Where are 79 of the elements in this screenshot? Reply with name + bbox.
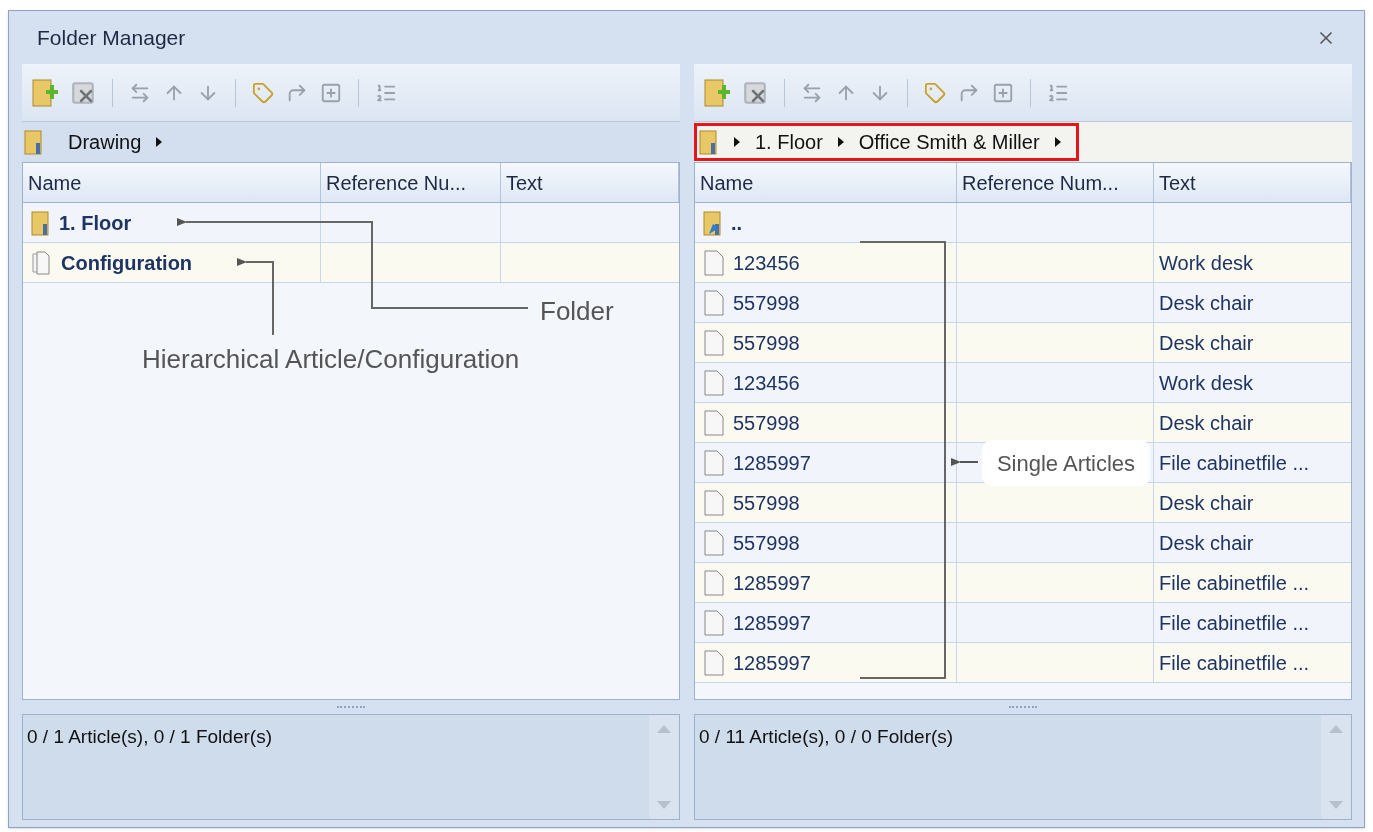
status-text: 0 / 1 Article(s), 0 / 1 Folder(s) bbox=[27, 726, 272, 747]
name-cell[interactable]: 1. Floor bbox=[59, 207, 132, 238]
add-folder-icon[interactable] bbox=[704, 77, 730, 108]
add-box-icon[interactable] bbox=[320, 81, 342, 104]
text-cell-text: Desk chair bbox=[1159, 290, 1254, 316]
window-title: Folder Manager bbox=[37, 24, 186, 51]
add-box-icon[interactable] bbox=[992, 81, 1014, 104]
triangle-right-icon bbox=[733, 136, 741, 148]
leader-line bbox=[951, 458, 979, 466]
text-cell-text: Desk chair bbox=[1159, 530, 1254, 556]
document-icon bbox=[703, 569, 725, 596]
name-cell[interactable]: Configuration bbox=[61, 247, 193, 278]
name-cell[interactable]: 1285997 bbox=[733, 647, 811, 678]
status-text: 0 / 11 Article(s), 0 / 0 Folder(s) bbox=[699, 726, 954, 747]
name-cell[interactable]: 557998 bbox=[733, 487, 800, 518]
breadcrumb-item[interactable]: Drawing bbox=[58, 127, 142, 157]
delete-icon[interactable] bbox=[70, 79, 96, 106]
column-header[interactable]: Text bbox=[501, 163, 679, 202]
tag-icon[interactable] bbox=[924, 81, 946, 104]
scroll-down-icon[interactable] bbox=[657, 801, 671, 809]
text-cell-text: File cabinetfile ... bbox=[1159, 650, 1310, 676]
name-cell[interactable]: 1285997 bbox=[733, 607, 811, 638]
document-icon bbox=[703, 449, 725, 476]
folder-icon bbox=[31, 209, 51, 236]
name-cell[interactable]: 123456 bbox=[733, 247, 800, 278]
splitter-handle[interactable] bbox=[337, 705, 365, 709]
document-icon bbox=[703, 609, 725, 636]
document-icon bbox=[703, 289, 725, 316]
text-cell-text: Work desk bbox=[1159, 370, 1254, 396]
delete-icon[interactable] bbox=[742, 79, 768, 106]
document-icon bbox=[703, 649, 725, 676]
text-cell-text: File cabinetfile ... bbox=[1159, 450, 1310, 476]
add-folder-icon[interactable] bbox=[32, 77, 58, 108]
scrollbar[interactable] bbox=[1321, 715, 1351, 819]
name-cell[interactable]: 557998 bbox=[733, 327, 800, 358]
name-cell[interactable]: .. bbox=[731, 207, 743, 238]
triangle-right-icon bbox=[1053, 136, 1062, 148]
documents-icon bbox=[31, 249, 53, 276]
text-cell-text: Work desk bbox=[1159, 250, 1254, 276]
folder-icon bbox=[24, 129, 44, 155]
scroll-down-icon[interactable] bbox=[1329, 801, 1343, 809]
document-icon bbox=[703, 369, 725, 396]
tag-icon[interactable] bbox=[252, 81, 274, 104]
scroll-up-icon[interactable] bbox=[657, 725, 671, 733]
swap-icon[interactable] bbox=[801, 81, 823, 104]
splitter-handle[interactable] bbox=[1009, 705, 1037, 709]
document-icon bbox=[703, 529, 725, 556]
folder-icon bbox=[699, 129, 719, 155]
triangle-right-icon bbox=[836, 136, 845, 148]
breadcrumb-item[interactable]: 1. Floor bbox=[755, 127, 823, 157]
swap-icon[interactable] bbox=[129, 81, 151, 104]
column-header[interactable]: Name bbox=[695, 163, 957, 202]
text-cell-text: Desk chair bbox=[1159, 410, 1254, 436]
column-header[interactable]: Reference Num... bbox=[957, 163, 1154, 202]
column-header[interactable]: Text bbox=[1154, 163, 1351, 202]
triangle-right-icon bbox=[155, 136, 164, 148]
name-cell[interactable]: 1285997 bbox=[733, 447, 811, 478]
scroll-up-icon[interactable] bbox=[1329, 725, 1343, 733]
text-cell-text: File cabinetfile ... bbox=[1159, 570, 1310, 596]
annotation-callout: Single Articles bbox=[982, 440, 1150, 486]
document-icon bbox=[703, 409, 725, 436]
document-icon bbox=[703, 489, 725, 516]
name-cell[interactable]: 557998 bbox=[733, 407, 800, 438]
name-cell[interactable]: 557998 bbox=[733, 527, 800, 558]
name-cell[interactable]: 1285997 bbox=[733, 567, 811, 598]
name-cell[interactable]: 123456 bbox=[733, 367, 800, 398]
parent-folder-icon bbox=[703, 209, 723, 236]
annotation-label: Hierarchical Article/Configuration bbox=[142, 343, 520, 376]
annotation-label: Folder bbox=[540, 295, 614, 328]
text-cell-text: Desk chair bbox=[1159, 330, 1254, 356]
text-cell-text: Desk chair bbox=[1159, 490, 1254, 516]
text-cell-text: File cabinetfile ... bbox=[1159, 610, 1310, 636]
scrollbar[interactable] bbox=[649, 715, 679, 819]
name-cell[interactable]: 557998 bbox=[733, 287, 800, 318]
document-icon bbox=[703, 329, 725, 356]
breadcrumb-item[interactable]: Office Smith & Miller bbox=[858, 127, 1040, 157]
column-header[interactable]: Name bbox=[23, 163, 321, 202]
column-header[interactable]: Reference Nu... bbox=[321, 163, 501, 202]
document-icon bbox=[703, 249, 725, 276]
